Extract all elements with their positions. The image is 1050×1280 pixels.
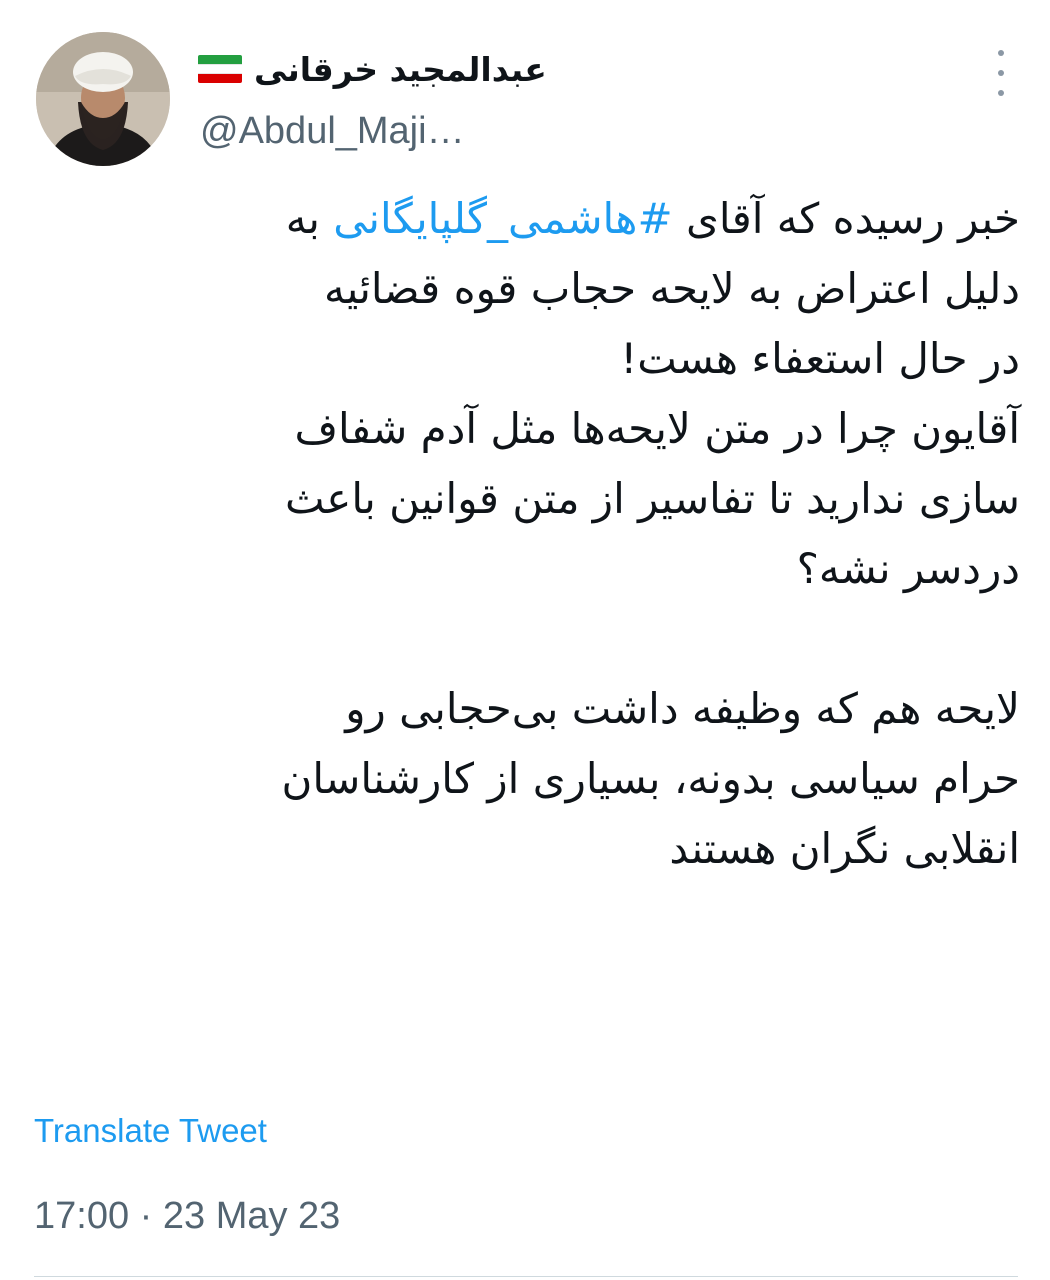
tweet-timestamp[interactable]: 17:00 · 23 May 23 bbox=[34, 1195, 340, 1238]
author-row: عبدالمجید خرقانی bbox=[198, 44, 547, 94]
translate-tweet-link[interactable]: Translate Tweet bbox=[34, 1112, 267, 1150]
avatar[interactable] bbox=[36, 32, 170, 166]
tweet-line: دردسر نشه؟ bbox=[796, 544, 1020, 593]
tweet-line: در حال استعفاء هست! bbox=[620, 334, 1020, 383]
tweet-line: آقایون چرا در متن لایحه‌ها مثل آدم شفاف bbox=[294, 404, 1020, 453]
more-dot bbox=[998, 90, 1004, 96]
tweet-text: خبر رسیده که آقای #هاشمی_گلپایگانی به دل… bbox=[36, 184, 1020, 884]
tweet-text-fragment: به bbox=[285, 194, 334, 243]
divider bbox=[34, 1276, 1018, 1277]
tweet-card: عبدالمجید خرقانی @Abdul_Maji… خبر رسیده … bbox=[0, 0, 1050, 1280]
flag-stripe-green bbox=[198, 55, 242, 64]
author-handle[interactable]: @Abdul_Maji… bbox=[200, 110, 462, 153]
tweet-line: حرام سیاسی بدونه، بسیاری از کارشناسان bbox=[281, 754, 1020, 803]
tweet-text-fragment: خبر رسیده که آقای bbox=[672, 194, 1020, 243]
tweet-line: انقلابی نگران هستند bbox=[669, 824, 1020, 873]
tweet-line: لایحه هم که وظیفه داشت بی‌حجابی رو bbox=[345, 684, 1020, 733]
hashtag-link[interactable]: #هاشمی_گلپایگانی bbox=[333, 194, 672, 243]
tweet-line: خبر رسیده که آقای #هاشمی_گلپایگانی به bbox=[36, 184, 1020, 254]
author-display-name[interactable]: عبدالمجید خرقانی bbox=[254, 50, 547, 89]
avatar-image bbox=[36, 32, 170, 166]
flag-stripe-white bbox=[198, 63, 242, 75]
flag-stripe-red bbox=[198, 74, 242, 83]
tweet-line: سازی ندارید تا تفاسیر از متن قوانین باعث bbox=[285, 474, 1020, 523]
iran-flag-icon bbox=[198, 55, 242, 83]
more-vertical-icon[interactable] bbox=[986, 50, 1016, 96]
tweet-line: دلیل اعتراض به لایحه حجاب قوه قضائیه bbox=[324, 264, 1020, 313]
more-dot bbox=[998, 70, 1004, 76]
more-dot bbox=[998, 50, 1004, 56]
